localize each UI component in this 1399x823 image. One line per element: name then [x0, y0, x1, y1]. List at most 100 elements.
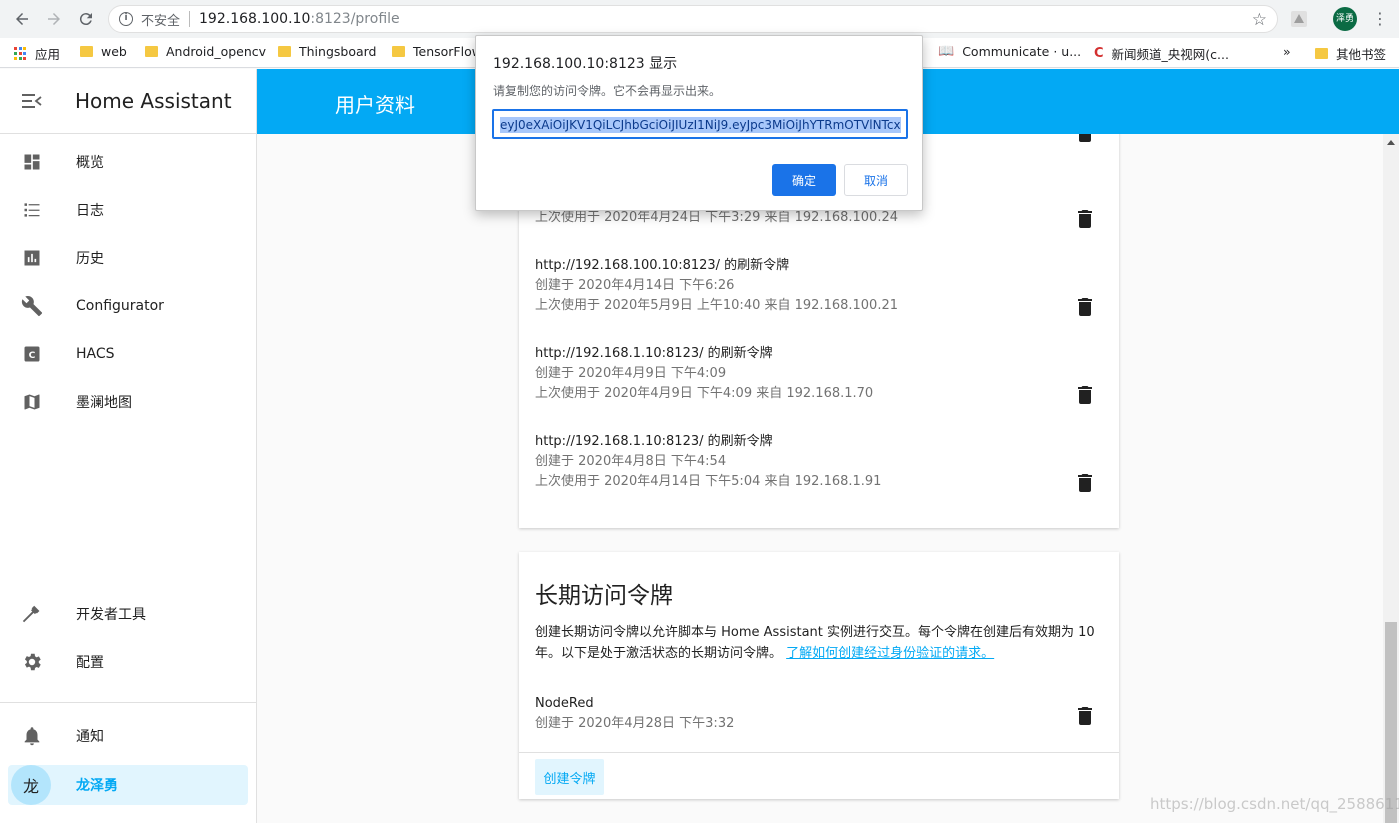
bookmark-label: TensorFlow — [413, 44, 482, 59]
token-created: 创建于 2020年4月14日 下午6:26 — [535, 278, 735, 293]
sidebar-item-label: 日志 — [76, 203, 104, 219]
reload-button[interactable] — [70, 3, 102, 35]
bookmark-android-opencv[interactable]: Android_opencv — [145, 44, 266, 59]
bell-icon — [24, 727, 40, 746]
history-chart-icon — [24, 250, 40, 266]
bookmark-label: web — [101, 44, 127, 59]
token-last-used: 上次使用于 2020年5月9日 上午10:40 来自 192.168.100.2… — [535, 298, 898, 313]
bookmark-star-icon[interactable]: ☆ — [1252, 10, 1267, 30]
arrow-right-icon — [48, 13, 60, 25]
sidebar-item-developer-tools[interactable]: 开发者工具 — [0, 590, 257, 638]
cctv-logo-icon: C — [1094, 46, 1104, 61]
delete-trash-icon[interactable] — [1078, 298, 1092, 316]
sidebar-item-label: 概览 — [76, 155, 104, 171]
page-scrollbar[interactable] — [1383, 134, 1399, 823]
folder-icon — [392, 46, 405, 57]
cancel-button[interactable]: 取消 — [844, 164, 908, 196]
long-lived-tokens-card: 长期访问令牌 创建长期访问令牌以允许脚本与 Home Assistant 实例进… — [519, 552, 1119, 799]
bookmark-thingsboard[interactable]: Thingsboard — [278, 44, 377, 59]
token-title: http://192.168.1.10:8123/ 的刷新令牌 — [535, 346, 773, 361]
browser-toolbar: i 不安全 192.168.100.10:8123/profile ☆ 泽勇 ⋮ — [0, 0, 1399, 38]
wrench-icon — [21, 296, 43, 317]
delete-trash-icon[interactable] — [1078, 134, 1092, 142]
hacs-icon: C — [24, 346, 40, 362]
bookmark-cctv-news[interactable]: C 新闻频道_央视网(c... — [1094, 44, 1229, 63]
bookmark-tensorflow[interactable]: TensorFlow — [392, 44, 482, 59]
token-last-used: 上次使用于 2020年4月14日 下午5:04 来自 192.168.1.91 — [535, 474, 882, 489]
scrollbar-thumb[interactable] — [1385, 622, 1397, 823]
sidebar-user-profile[interactable]: 龙 龙泽勇 — [8, 765, 248, 805]
token-created: 创建于 2020年4月28日 下午3:32 — [535, 716, 735, 731]
bookmark-communicate[interactable]: 📖 Communicate · u... — [938, 44, 1081, 59]
url-path: :8123/profile — [310, 11, 400, 27]
address-bar[interactable]: i 不安全 192.168.100.10:8123/profile ☆ — [108, 5, 1278, 33]
page-title: 用户资料 — [335, 93, 415, 117]
delete-trash-icon[interactable] — [1078, 474, 1092, 492]
delete-trash-icon[interactable] — [1078, 386, 1092, 404]
sidebar-item-map[interactable]: 墨澜地图 — [0, 378, 257, 426]
address-separator — [189, 11, 191, 27]
book-icon: 📖 — [938, 44, 955, 59]
folder-icon — [1315, 48, 1328, 59]
sidebar-item-hacs[interactable]: C HACS — [0, 330, 257, 378]
token-text-field[interactable]: eyJ0eXAiOiJKV1QiLCJhbGciOiJIUzI1NiJ9.eyJ… — [492, 109, 908, 139]
sidebar: Home Assistant 概览 日志 历史 Configurator C H… — [0, 69, 257, 823]
card-heading: 长期访问令牌 — [535, 583, 673, 609]
browser-menu-icon[interactable]: ⋮ — [1372, 10, 1388, 28]
arrow-left-icon — [16, 13, 28, 25]
learn-more-link[interactable]: 了解如何创建经过身份验证的请求。 — [786, 646, 994, 661]
bookmark-label: Thingsboard — [299, 44, 377, 59]
back-button[interactable] — [6, 3, 38, 35]
bookmarks-overflow-button[interactable]: » — [1283, 44, 1291, 59]
folder-icon — [145, 46, 158, 57]
bookmark-label: » — [1283, 44, 1291, 59]
folder-icon — [80, 46, 93, 57]
bookmark-apps[interactable]: 应用 — [14, 44, 60, 63]
sidebar-item-label: 墨澜地图 — [76, 395, 132, 411]
delete-trash-icon[interactable] — [1078, 707, 1092, 725]
token-title: http://192.168.1.10:8123/ 的刷新令牌 — [535, 434, 773, 449]
create-token-button[interactable]: 创建令牌 — [535, 759, 604, 795]
bookmark-web[interactable]: web — [80, 44, 127, 59]
sidebar-item-config[interactable]: 配置 — [0, 638, 257, 686]
refresh-token-item: http://192.168.100.10:8123/ 的刷新令牌 创建于 20… — [535, 256, 1095, 316]
extension-icon[interactable] — [1290, 10, 1308, 28]
token-name: NodeRed — [535, 696, 594, 711]
sidebar-item-logbook[interactable]: 日志 — [0, 186, 257, 234]
bookmark-label: 新闻频道_央视网(c... — [1111, 47, 1229, 62]
scroll-up-arrow-icon[interactable] — [1387, 140, 1395, 145]
info-icon[interactable]: i — [119, 12, 133, 26]
logbook-icon — [24, 203, 40, 217]
card-actions: 创建令牌 — [519, 752, 1119, 799]
user-name: 龙泽勇 — [76, 778, 118, 794]
bookmark-other[interactable]: 其他书签 — [1315, 44, 1386, 63]
map-icon — [24, 394, 40, 410]
sidebar-item-configurator[interactable]: Configurator — [0, 282, 257, 330]
card-description: 创建长期访问令牌以允许脚本与 Home Assistant 实例进行交互。每个令… — [535, 622, 1105, 664]
url-host: 192.168.100.10 — [199, 11, 311, 27]
sidebar-item-label: Configurator — [76, 298, 164, 314]
token-created: 创建于 2020年4月9日 下午4:09 — [535, 366, 727, 381]
sidebar-item-history[interactable]: 历史 — [0, 234, 257, 282]
bookmark-label: 应用 — [35, 47, 61, 62]
token-last-used: 上次使用于 2020年4月9日 下午4:09 来自 192.168.1.70 — [535, 386, 874, 401]
sidebar-item-notifications[interactable]: 通知 — [0, 712, 257, 760]
dialog-title: 192.168.100.10:8123 显示 — [493, 56, 678, 72]
dialog-message: 请复制您的访问令牌。它不会再显示出来。 — [493, 84, 722, 98]
folder-icon — [278, 46, 291, 57]
profile-avatar[interactable]: 泽勇 — [1333, 7, 1357, 31]
hammer-icon — [22, 605, 40, 623]
forward-button[interactable] — [38, 3, 70, 35]
sidebar-item-overview[interactable]: 概览 — [0, 138, 257, 186]
sidebar-item-label: 通知 — [76, 729, 104, 745]
sidebar-title: Home Assistant — [75, 89, 232, 113]
ok-button[interactable]: 确定 — [772, 164, 836, 196]
sidebar-header: Home Assistant — [0, 69, 256, 134]
delete-trash-icon[interactable] — [1078, 210, 1092, 228]
refresh-token-item: http://192.168.1.10:8123/ 的刷新令牌 创建于 2020… — [535, 344, 1095, 404]
token-title: http://192.168.100.10:8123/ 的刷新令牌 — [535, 258, 790, 273]
long-lived-token-item: NodeRed 创建于 2020年4月28日 下午3:32 — [535, 694, 1095, 734]
sidebar-item-label: HACS — [76, 346, 115, 362]
sidebar-item-label: 开发者工具 — [76, 607, 146, 623]
menu-collapse-icon[interactable] — [22, 94, 42, 108]
